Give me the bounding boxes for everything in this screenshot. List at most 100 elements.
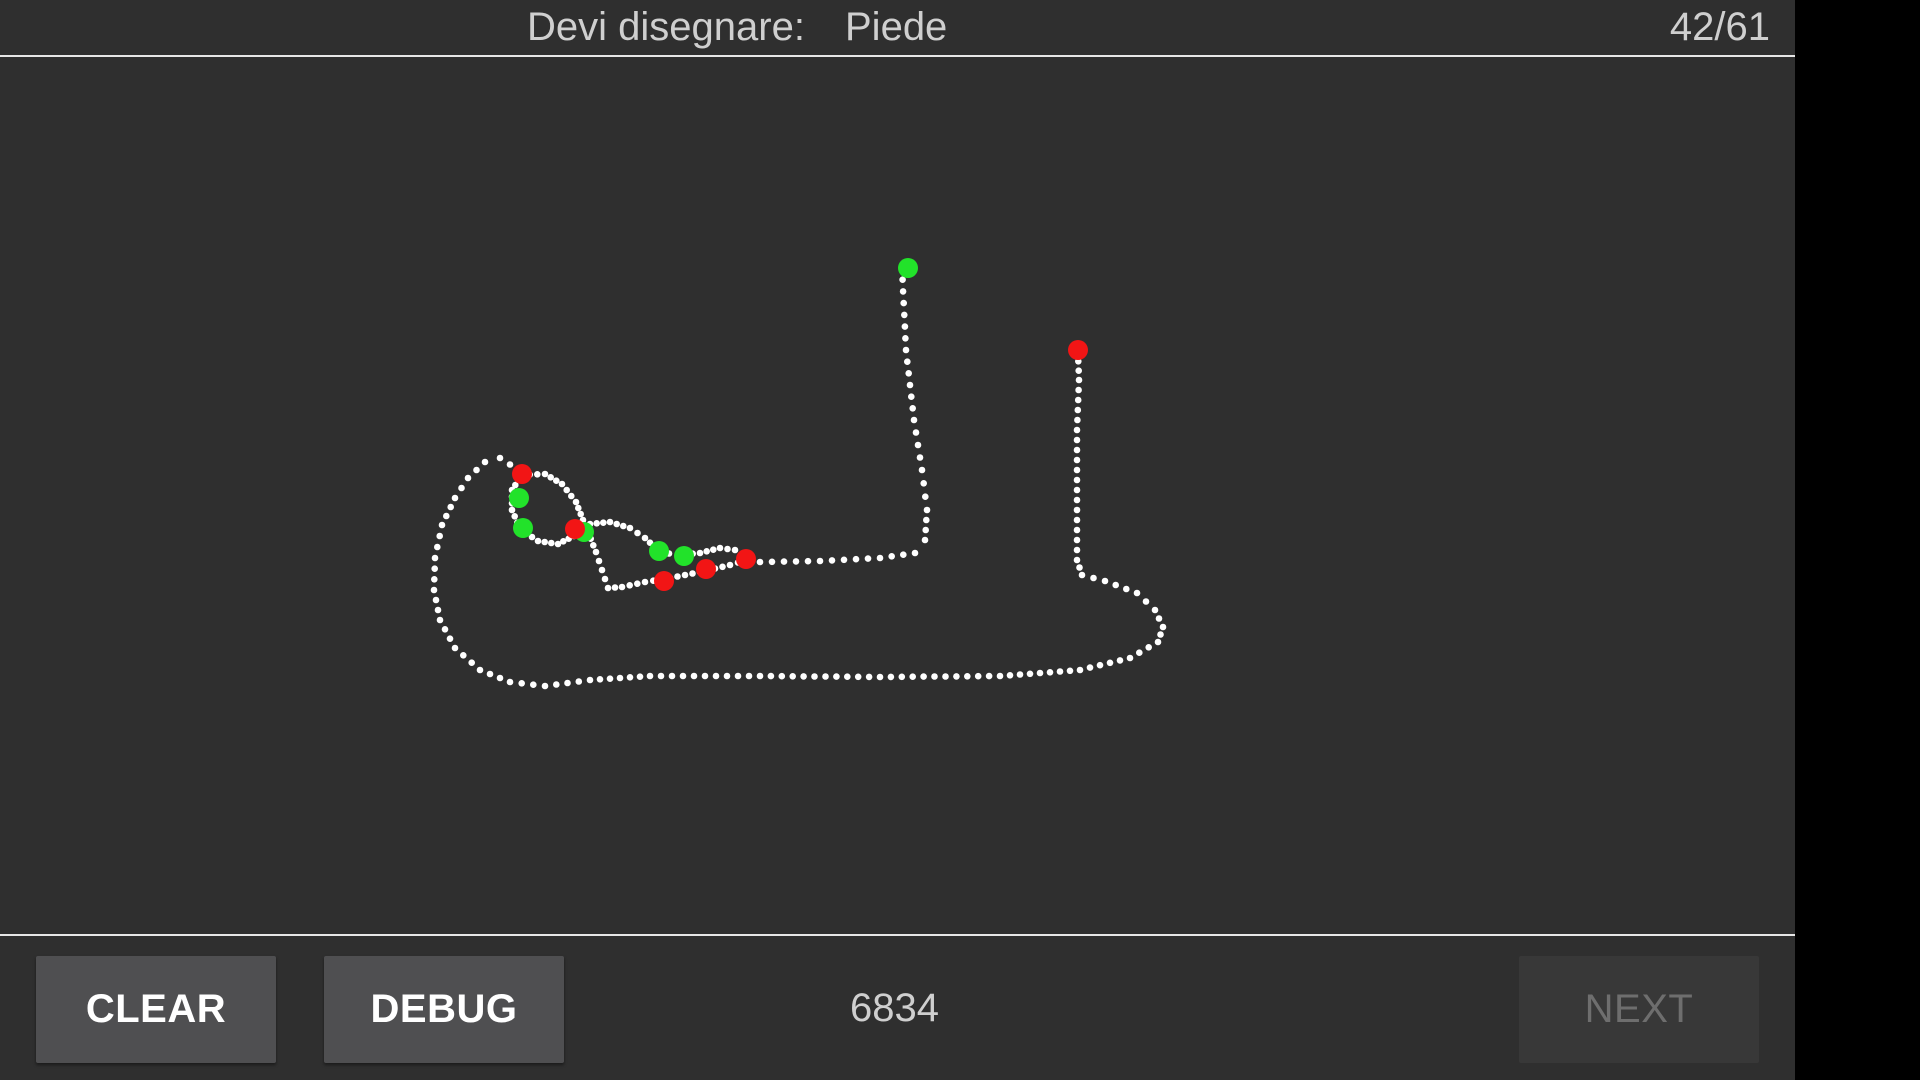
stroke-sole <box>553 681 560 688</box>
stroke-sole <box>1078 571 1086 579</box>
stroke-sole <box>1101 577 1109 585</box>
stroke-instep <box>905 370 912 377</box>
stroke-sole <box>1151 606 1159 614</box>
stroke-instep <box>768 558 776 566</box>
stroke-sole <box>431 576 438 583</box>
stroke-sole <box>1126 654 1134 662</box>
stroke-sole <box>811 673 818 680</box>
stroke-instep <box>902 346 910 354</box>
stroke-toe-lower <box>595 557 603 565</box>
stroke-sole <box>920 673 927 680</box>
debug-button[interactable]: DEBUG <box>324 956 564 1063</box>
stroke-instep <box>920 480 927 487</box>
stroke-sole <box>1073 456 1081 464</box>
stroke-toe-upper <box>641 534 649 542</box>
target-word: Piede <box>845 5 948 49</box>
stroke-sole <box>586 676 594 684</box>
stroke-toe-lower <box>689 570 696 577</box>
stroke-heel-loop <box>575 504 582 512</box>
stroke-sole <box>506 678 514 686</box>
stroke-sole <box>451 494 459 502</box>
stroke-sole <box>432 596 440 604</box>
stroke-toe-upper <box>703 548 710 555</box>
stroke-heel-loop <box>553 477 560 485</box>
drawing-canvas[interactable] <box>0 59 1795 935</box>
stroke-heel-loop <box>548 539 555 547</box>
stroke-sole <box>723 672 731 680</box>
stroke-heel-loop <box>563 486 570 494</box>
stroke-heel-loop <box>558 480 566 488</box>
stroke-sole <box>434 606 442 614</box>
stroke-sole <box>1075 386 1082 394</box>
stroke-sole <box>1154 638 1162 646</box>
stroke-end-marker <box>565 519 585 539</box>
stroke-sole <box>496 674 504 682</box>
stroke-sole <box>1112 581 1119 589</box>
stroke-toe-lower <box>641 578 649 586</box>
stroke-sole <box>1075 376 1083 384</box>
stroke-sole <box>996 672 1004 680</box>
stroke-sole <box>1006 672 1014 679</box>
stroke-sole <box>446 635 454 642</box>
stroke-sole <box>1159 623 1167 631</box>
stroke-sole <box>441 626 449 633</box>
stroke-heel-loop <box>534 537 542 545</box>
stroke-sole <box>690 672 698 680</box>
stroke-toe-lower <box>674 573 681 580</box>
stroke-start-marker <box>513 518 533 538</box>
stroke-instep <box>852 555 860 563</box>
stroke-sole <box>1145 644 1152 651</box>
next-button[interactable]: NEXT <box>1519 956 1759 1063</box>
stroke-sole <box>476 666 484 674</box>
stroke-toe-lower <box>601 575 609 583</box>
system-edge-bar <box>1795 0 1920 1080</box>
stroke-sole <box>668 672 676 680</box>
stroke-instep <box>828 557 836 564</box>
stroke-instep <box>922 493 929 501</box>
stroke-toe-lower <box>604 584 612 592</box>
stroke-sole <box>1073 496 1081 504</box>
progress-counter: 42/61 <box>1669 5 1770 49</box>
stroke-heel-loop <box>508 506 516 514</box>
stroke-sole <box>460 652 467 659</box>
stroke-instep <box>840 556 848 564</box>
stroke-end-marker <box>654 571 674 591</box>
stroke-instep <box>918 466 926 474</box>
stroke-sole <box>1116 657 1124 664</box>
stroke-toe-upper <box>731 546 739 554</box>
stroke-heel-loop <box>541 470 549 478</box>
stroke-sole <box>953 673 960 680</box>
stroke-instep <box>780 558 788 565</box>
stroke-toe-lower <box>681 571 689 579</box>
stroke-sole <box>1076 666 1084 674</box>
stroke-sole <box>431 565 439 572</box>
stroke-sole <box>1136 649 1143 656</box>
stroke-sole <box>486 670 494 678</box>
stroke-sole <box>1056 668 1064 675</box>
stroke-instep <box>864 555 872 562</box>
stroke-sole <box>1073 556 1081 564</box>
stroke-sole <box>1066 667 1074 675</box>
stroke-sole <box>865 673 873 681</box>
stroke-toe-lower <box>590 542 597 549</box>
stroke-sole <box>778 672 786 680</box>
stroke-instep <box>908 393 915 401</box>
stroke-end-marker <box>1068 340 1088 360</box>
stroke-end-marker <box>736 549 756 569</box>
stroke-toe-lower <box>719 563 726 571</box>
stroke-sole <box>626 674 634 681</box>
stroke-sole <box>745 672 753 680</box>
stroke-sole <box>1036 669 1044 677</box>
clear-button[interactable]: CLEAR <box>36 956 276 1063</box>
stroke-sole <box>1073 536 1081 544</box>
stroke-toe-lower <box>626 582 633 589</box>
stroke-sole <box>1106 659 1114 667</box>
stroke-sole <box>887 673 895 681</box>
stroke-heel-loop <box>572 498 580 506</box>
stroke-sole <box>1073 516 1081 524</box>
stroke-instep <box>902 335 909 342</box>
stroke-toe-upper <box>634 529 641 537</box>
stroke-sole <box>800 673 807 680</box>
stroke-sole <box>931 673 938 680</box>
footer-bar: CLEAR DEBUG 6834 NEXT <box>0 934 1795 1080</box>
